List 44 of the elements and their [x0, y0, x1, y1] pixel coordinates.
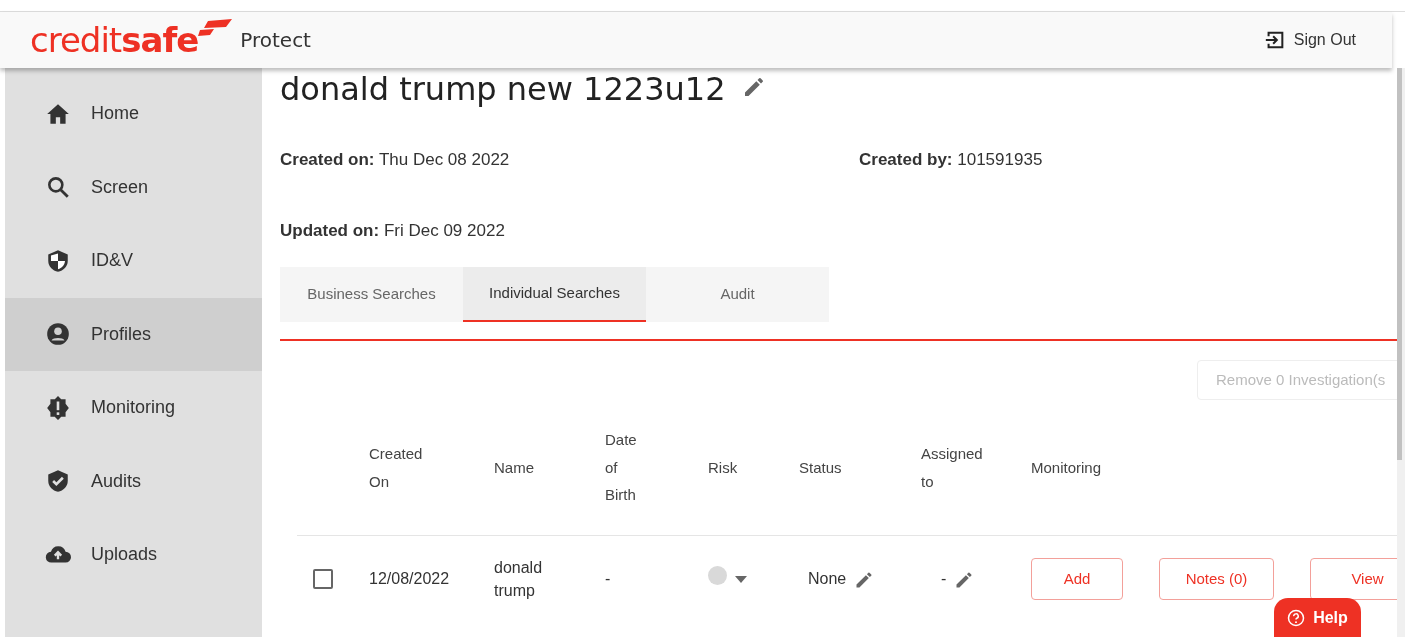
table-cell-text: -	[941, 569, 947, 589]
column-header: Name	[494, 457, 535, 478]
checkbox[interactable]	[313, 569, 333, 589]
column-header: Monitoring	[1031, 457, 1103, 478]
shield-icon	[45, 247, 71, 274]
alert-badge-icon	[45, 394, 71, 421]
tab[interactable]: Audit	[646, 267, 829, 322]
help-icon	[1287, 608, 1306, 627]
risk-dot[interactable]	[708, 565, 727, 585]
column-header: Created On	[369, 443, 424, 492]
sidebar-item[interactable]: Home	[5, 77, 262, 151]
action-button[interactable]: Notes (0)	[1159, 558, 1274, 600]
help-button[interactable]: Help	[1274, 598, 1361, 637]
action-button[interactable]: Add	[1031, 558, 1123, 600]
sidebar-item[interactable]: ID&V	[5, 224, 262, 298]
table-cell-text: donald trump	[494, 557, 544, 601]
sidebar-item[interactable]: Profiles	[5, 297, 262, 371]
table-cell-text: 12/08/2022	[369, 569, 451, 589]
column-header: Risk	[708, 457, 739, 478]
product-name: Protect	[240, 27, 311, 54]
column-header: Assigned to	[921, 443, 984, 492]
sidebar-item[interactable]: Screen	[5, 150, 262, 224]
tab[interactable]: Individual Searches	[463, 267, 646, 322]
action-button[interactable]: View	[1310, 558, 1397, 600]
column-header: Status	[799, 457, 843, 478]
sidebar-item[interactable]: Uploads	[5, 518, 262, 592]
tab[interactable]: Business Searches	[280, 267, 463, 322]
page-title: donald trump new 1223u12	[280, 69, 726, 105]
table-cell-text: None	[808, 569, 847, 589]
caret-icon[interactable]	[735, 576, 747, 584]
sign-out-icon	[1263, 29, 1286, 51]
user-icon	[45, 321, 71, 348]
sidebar-item[interactable]: Monitoring	[5, 371, 262, 445]
logo-text: creditsafe	[30, 23, 199, 57]
meta-text: Updated on: Fri Dec 09 2022	[280, 219, 506, 242]
column-header: Date of Birth	[605, 429, 638, 506]
logo-swoosh-icon	[198, 19, 233, 37]
meta-text: Created by: 101591935	[859, 149, 1044, 171]
sign-out-link[interactable]: Sign Out	[1263, 28, 1356, 52]
sidebar-item[interactable]: Audits	[5, 444, 262, 518]
table-cell-text: -	[605, 569, 612, 589]
shield-check-icon	[45, 468, 71, 495]
scrollbar[interactable]	[1397, 68, 1405, 637]
meta-text: Created on: Thu Dec 08 2022	[280, 149, 511, 171]
